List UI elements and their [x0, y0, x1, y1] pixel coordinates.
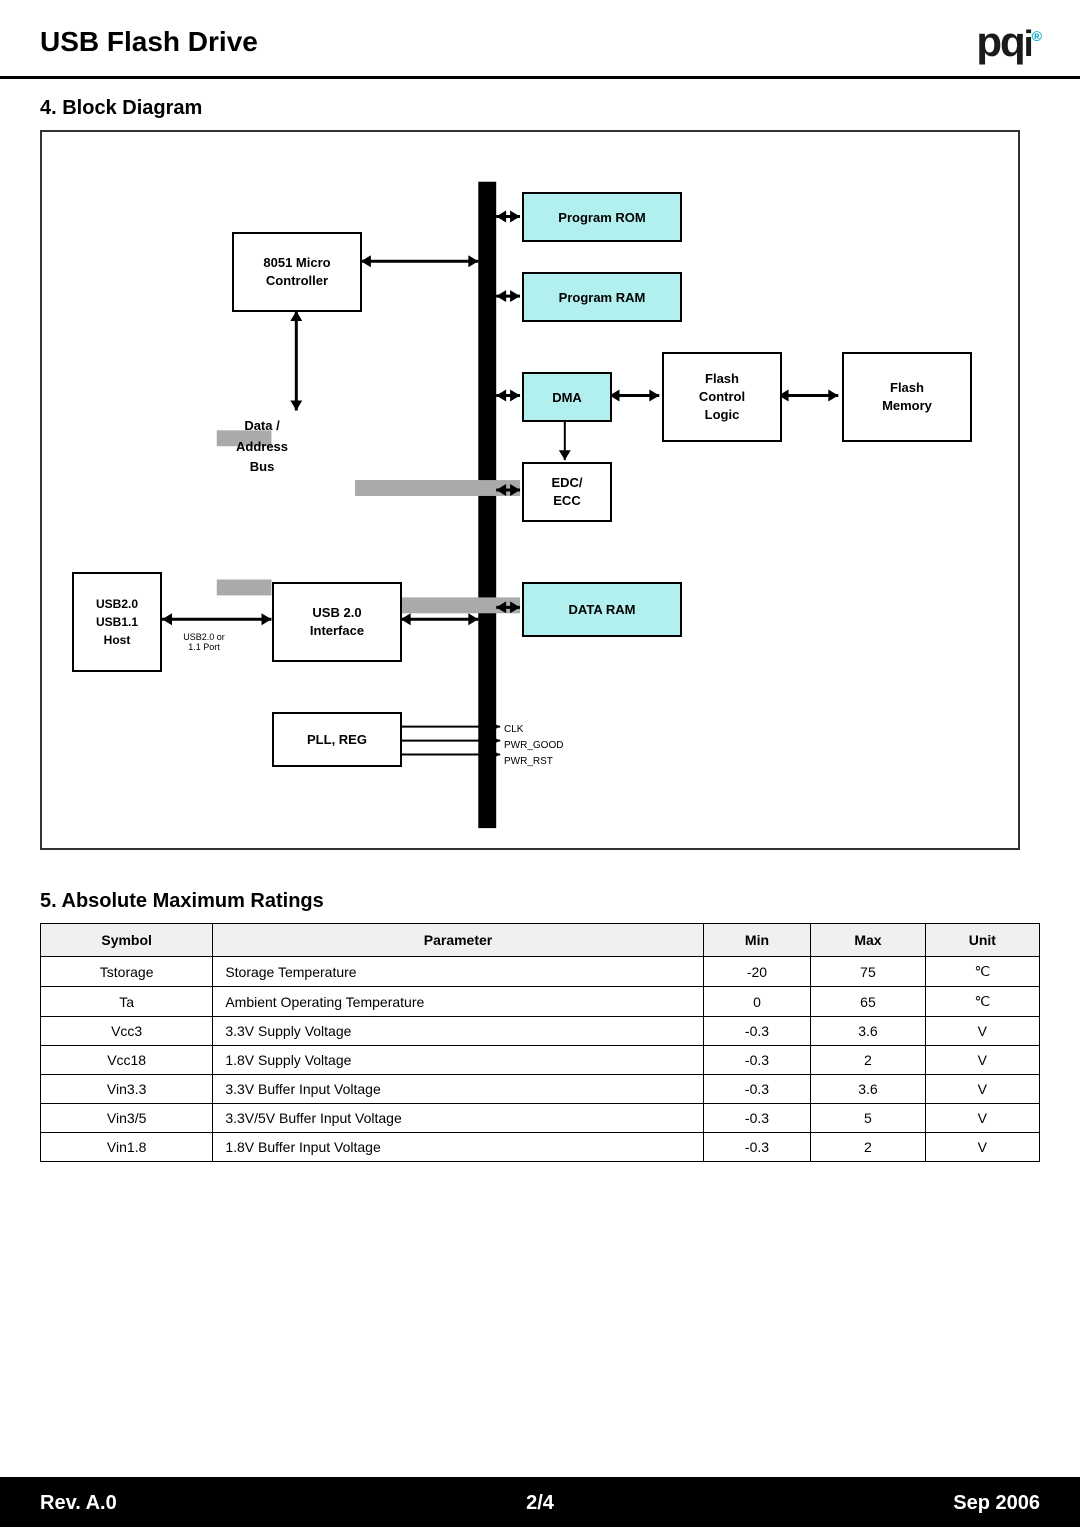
ratings-heading: 5. Absolute Maximum Ratings [40, 890, 1040, 913]
table-row: Vin1.81.8V Buffer Input Voltage-0.32V [41, 1133, 1040, 1162]
section4-heading: 4. Block Diagram [0, 79, 1080, 130]
micro-controller-box: 8051 MicroController [232, 232, 362, 312]
col-max: Max [811, 924, 925, 957]
col-min: Min [703, 924, 811, 957]
flash-memory-box: FlashMemory [842, 352, 972, 442]
table-row: TaAmbient Operating Temperature065℃ [41, 987, 1040, 1017]
pll-reg-box: PLL, REG [272, 712, 402, 767]
page-title: USB Flash Drive [40, 26, 258, 58]
table-row: Vin3/53.3V/5V Buffer Input Voltage-0.35V [41, 1104, 1040, 1133]
usb-interface-box: USB 2.0Interface [272, 582, 402, 662]
footer-page: 2/4 [373, 1492, 706, 1515]
col-symbol: Symbol [41, 924, 213, 957]
table-row: TstorageStorage Temperature-2075℃ [41, 957, 1040, 987]
page-footer: Rev. A.0 2/4 Sep 2006 [0, 1477, 1080, 1527]
table-header-row: Symbol Parameter Min Max Unit [41, 924, 1040, 957]
table-row: Vcc181.8V Supply Voltage-0.32V [41, 1046, 1040, 1075]
ratings-section: 5. Absolute Maximum Ratings Symbol Param… [0, 880, 1080, 1182]
col-unit: Unit [925, 924, 1039, 957]
usb-host-box: USB2.0USB1.1Host [72, 572, 162, 672]
ratings-table: Symbol Parameter Min Max Unit TstorageSt… [40, 923, 1040, 1162]
table-row: Vcc33.3V Supply Voltage-0.33.6V [41, 1017, 1040, 1046]
dma-box: DMA [522, 372, 612, 422]
program-rom-box: Program ROM [522, 192, 682, 242]
block-diagram: Program ROM Program RAM 8051 MicroContro… [40, 130, 1020, 850]
footer-revision: Rev. A.0 [40, 1492, 373, 1515]
edc-ecc-box: EDC/ECC [522, 462, 612, 522]
logo: pqi® [976, 18, 1040, 66]
col-parameter: Parameter [213, 924, 703, 957]
program-ram-box: Program RAM [522, 272, 682, 322]
block-diagram-container: Program ROM Program RAM 8051 MicroContro… [40, 130, 1040, 850]
footer-date: Sep 2006 [707, 1492, 1040, 1515]
page-header: USB Flash Drive pqi® [0, 0, 1080, 79]
usb-port-label: USB2.0 or1.1 Port [164, 632, 244, 652]
data-address-bus-label: Data /AddressBus [232, 402, 352, 492]
data-ram-box: DATA RAM [522, 582, 682, 637]
flash-control-logic-box: FlashControlLogic [662, 352, 782, 442]
table-row: Vin3.33.3V Buffer Input Voltage-0.33.6V [41, 1075, 1040, 1104]
pll-signals: CLK PWR_GOOD PWR_RST [504, 722, 563, 770]
